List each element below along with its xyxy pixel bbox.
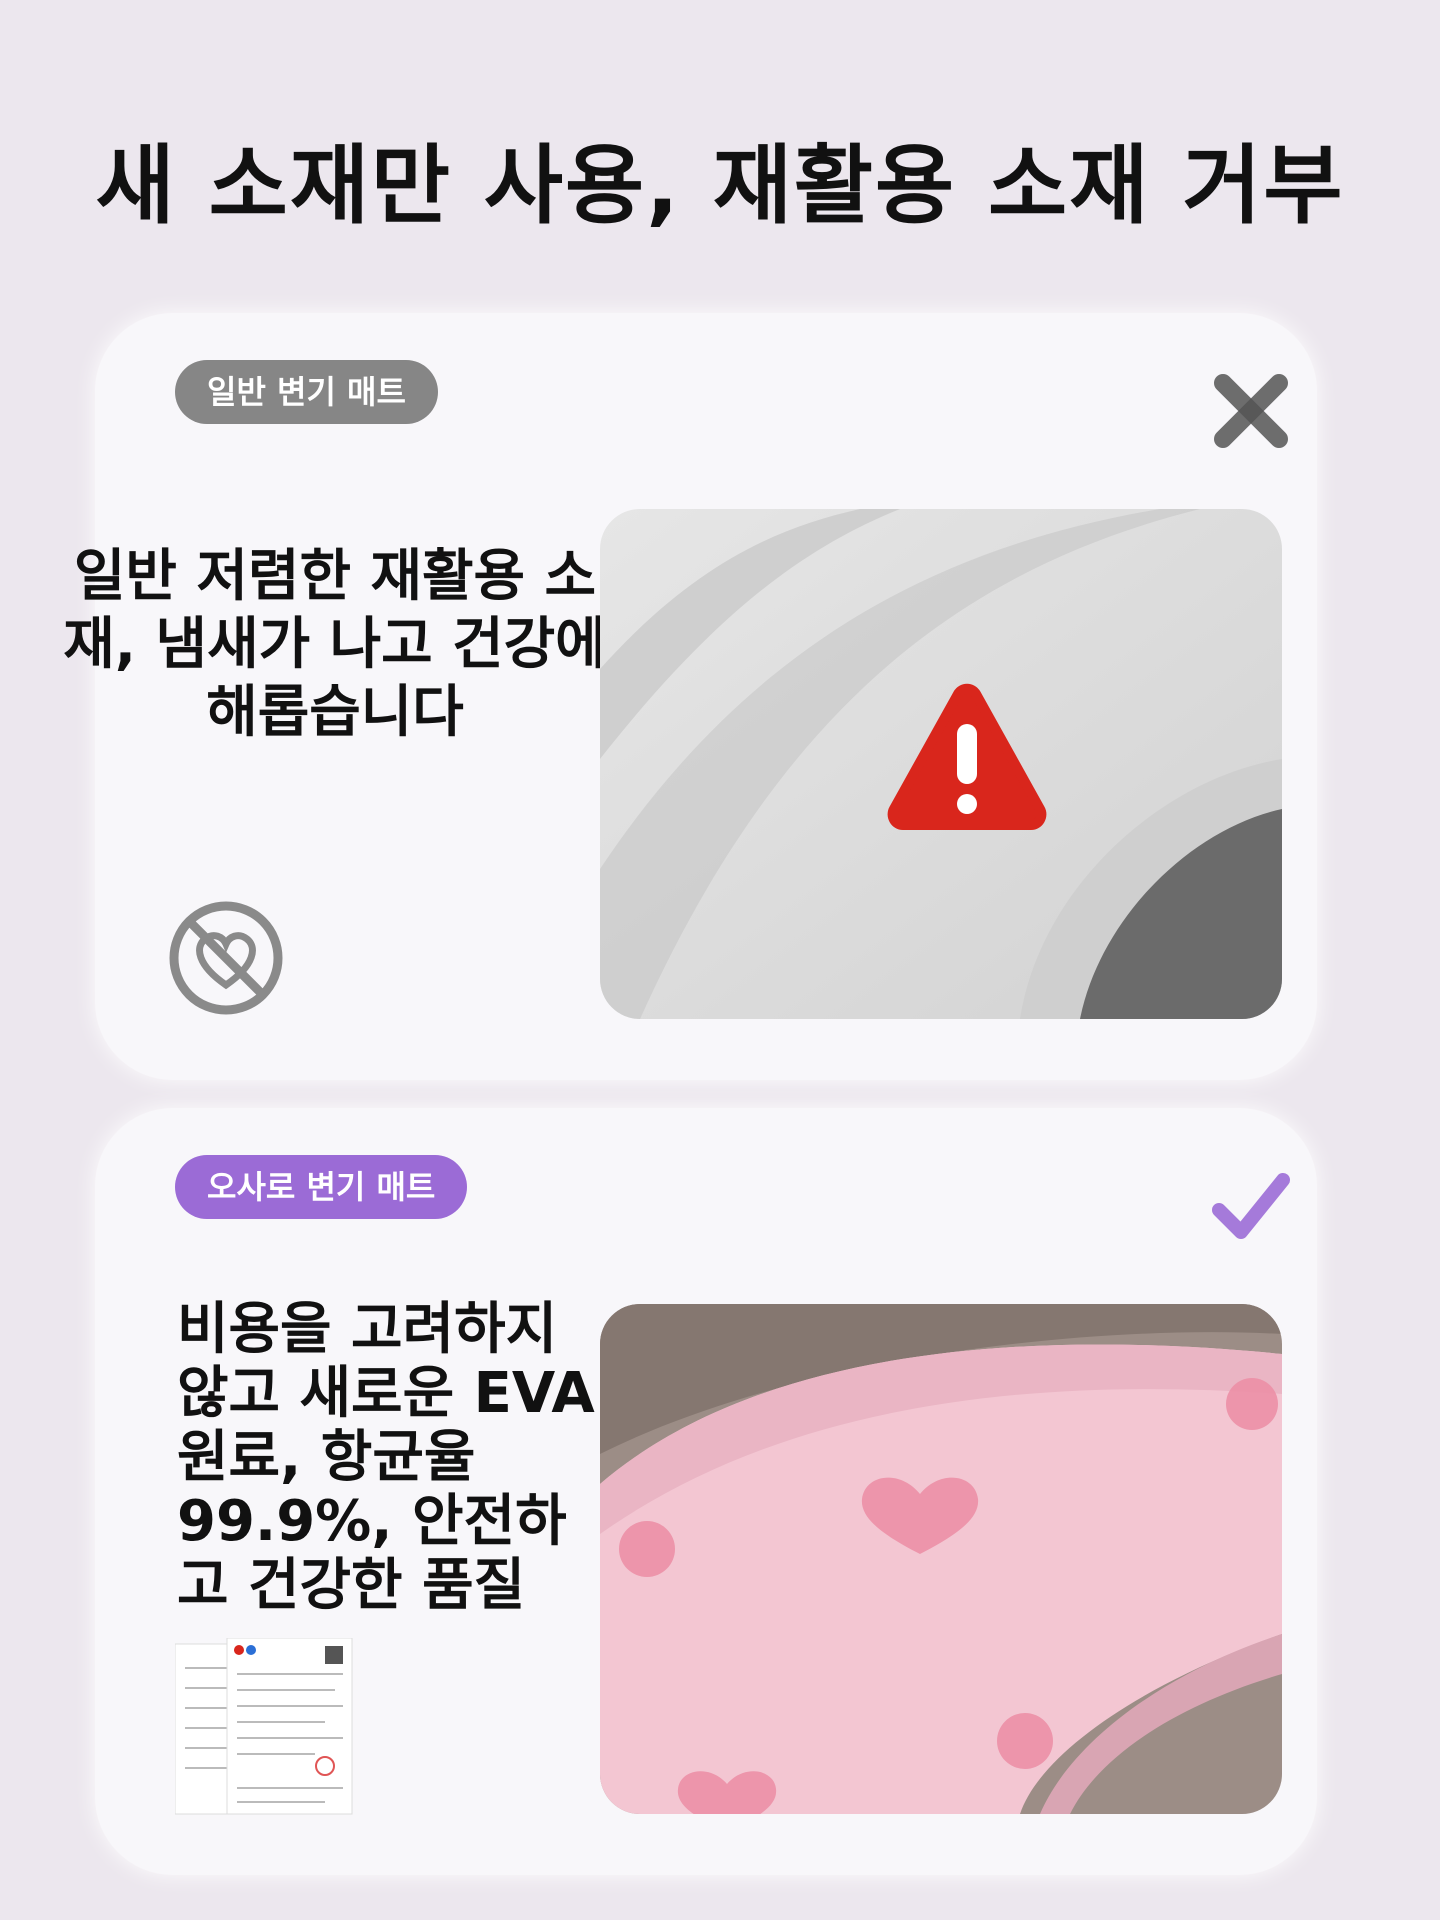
page-title: 새 소재만 사용, 재활용 소재 거부 [95, 136, 1345, 236]
ordinary-mat-tag: 일반 변기 매트 [175, 360, 438, 424]
cross-icon [1214, 374, 1288, 448]
osaro-mat-tag: 오사로 변기 매트 [175, 1155, 468, 1219]
osaro-mat-photo [600, 1304, 1282, 1814]
certificate-documents [175, 1638, 353, 1815]
osaro-mat-description: 비용을 고려하지 않고 새로운 EVA 원료, 항균율 99.9%, 안전하고 … [177, 1297, 595, 1618]
ordinary-mat-card: 일반 변기 매트 일반 저렴한 재활용 소재, 냄새가 나고 건강에 해롭습니다 [63, 313, 1317, 1080]
ordinary-mat-description: 일반 저렴한 재활용 소재, 냄새가 나고 건강에 해롭습니다 [63, 544, 607, 745]
ordinary-mat-photo [600, 509, 1282, 1019]
no-heart-icon [169, 901, 283, 1015]
osaro-mat-card: 오사로 변기 매트 비용을 고려하지 않고 새로운 EVA 원료, 항균율 99… [95, 1108, 1317, 1875]
check-icon [1212, 1173, 1290, 1239]
